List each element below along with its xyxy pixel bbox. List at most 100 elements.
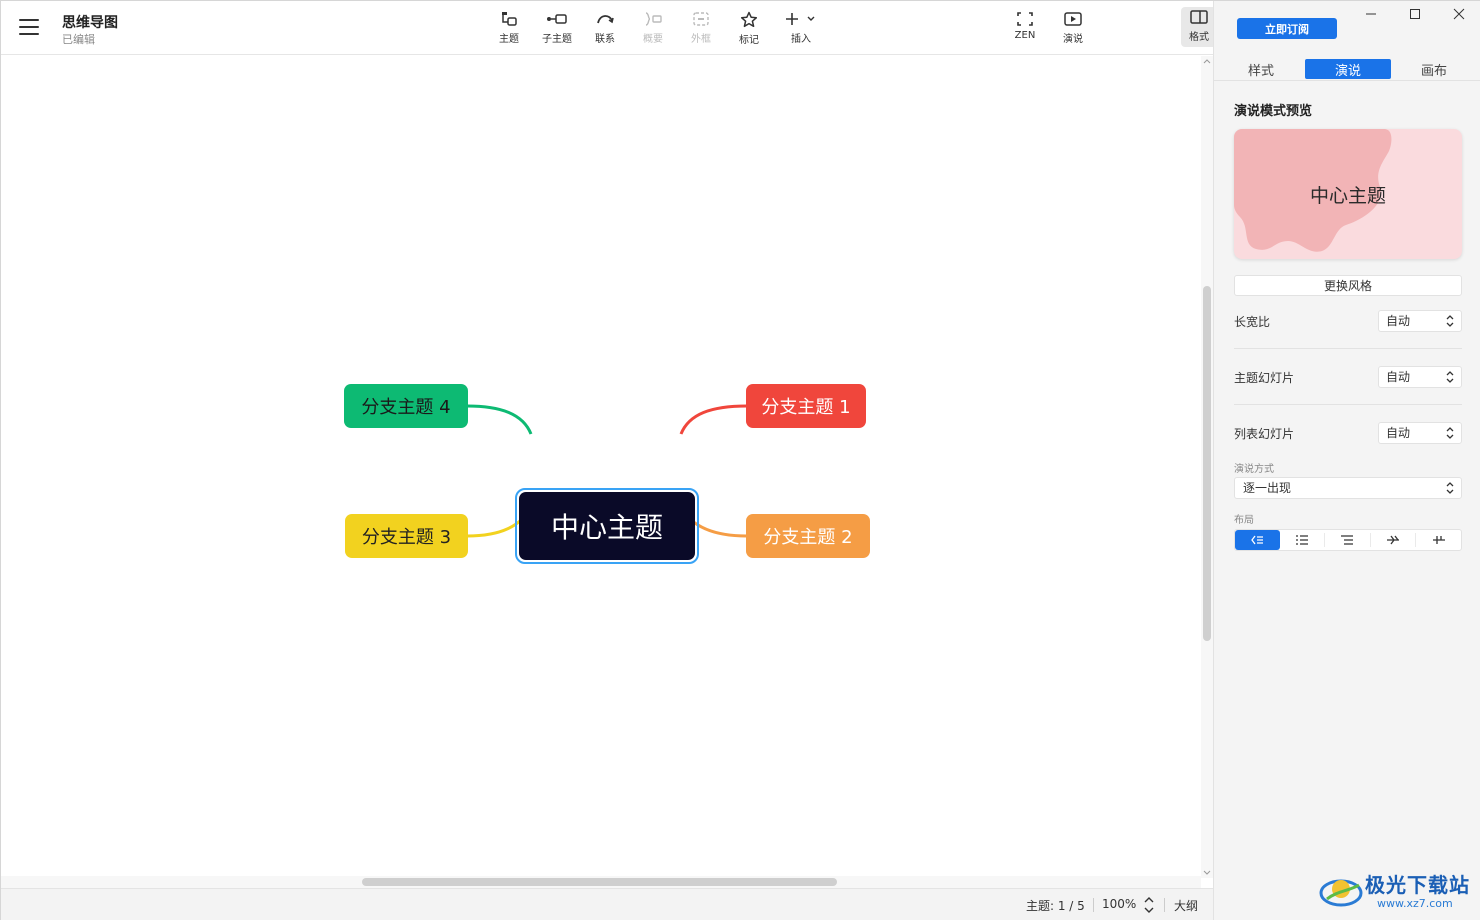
layout-option-3[interactable] [1325,533,1371,547]
branch-topic-4[interactable]: 分支主题 4 [344,384,468,428]
presentation-mode-value: 逐一出现 [1243,481,1292,495]
aspect-ratio-label: 长宽比 [1234,315,1271,329]
list-slide-label: 列表幻灯片 [1234,427,1295,441]
insert-button[interactable]: 插入 [779,9,823,49]
fullscreen-icon [1017,12,1033,26]
zen-label: ZEN [1014,30,1036,41]
topic-button[interactable]: 主题 [487,9,531,49]
boundary-button[interactable]: 外框 [679,9,723,49]
presentation-preview: 中心主题 [1234,129,1462,259]
marker-label: 标记 [739,35,759,46]
zoom-level[interactable]: 100% [1102,897,1136,911]
list-slide-value: 自动 [1386,426,1411,440]
format-label: 格式 [1189,32,1209,43]
relation-label: 联系 [595,34,615,45]
plus-icon [786,13,815,25]
horizontal-scroll-thumb[interactable] [362,878,837,886]
watermark-logo: 极光下载站 www.xz7.com [1319,867,1479,917]
format-button[interactable]: 格式 [1181,7,1217,47]
subscribe-button[interactable]: 立即订阅 [1237,18,1337,39]
change-style-button[interactable]: 更换风格 [1234,275,1462,296]
layout-selector [1234,529,1462,551]
branch-topic-3[interactable]: 分支主题 3 [345,514,468,558]
layout-option-2[interactable] [1280,533,1326,547]
vertical-scrollbar[interactable] [1201,56,1213,878]
tab-canvas[interactable]: 画布 [1391,59,1477,79]
layout-indent-icon [1341,535,1354,545]
vertical-scroll-thumb[interactable] [1203,286,1211,641]
minimize-button[interactable] [1348,1,1394,27]
panel-toggle-icon [1190,10,1208,24]
tab-presentation[interactable]: 演说 [1305,59,1391,79]
list-slide-select[interactable]: 自动 [1378,422,1462,444]
zoom-stepper-icon[interactable] [1143,896,1155,914]
topic-icon [502,12,517,26]
divider [1093,898,1094,912]
mindmap-canvas[interactable]: 中心主题 分支主题 1 分支主题 2 分支主题 3 分支主题 4 [1,56,1201,876]
updown-icon [1446,482,1454,494]
marker-button[interactable]: 标记 [727,9,771,49]
relation-icon [597,15,614,24]
topic-count: 主题: 1 / 5 [1026,899,1085,913]
relation-button[interactable]: 联系 [583,9,627,49]
topic-slide-select[interactable]: 自动 [1378,366,1462,388]
subtopic-button[interactable]: 子主题 [535,9,579,49]
scroll-down-icon [1203,870,1211,875]
subtopic-icon [547,14,567,24]
close-button[interactable] [1436,1,1480,27]
maximize-icon [1410,9,1420,19]
summary-label: 概要 [643,34,663,45]
insert-label: 插入 [791,34,811,45]
minimize-icon [1366,13,1376,15]
close-icon [1453,8,1465,20]
star-icon [740,11,758,28]
app-window: 思维导图 已编辑 主题 子主题 联系 概要 外框 标记 插入 ZEN 演说 格式… [0,0,1480,920]
maximize-button[interactable] [1392,1,1438,27]
scroll-up-icon [1203,59,1211,64]
connector-branch-1 [679,404,748,435]
aspect-ratio-select[interactable]: 自动 [1378,310,1462,332]
layout-option-1[interactable] [1235,530,1280,550]
branch-topic-2[interactable]: 分支主题 2 [746,514,870,558]
preview-heading: 演说模式预览 [1234,104,1313,119]
central-topic[interactable]: 中心主题 [515,488,699,564]
divider [1234,404,1462,405]
zen-button[interactable]: ZEN [1003,9,1047,49]
document-status: 已编辑 [62,33,95,46]
aspect-ratio-value: 自动 [1386,314,1411,328]
summary-icon [645,12,662,26]
connector-lines [466,404,748,538]
format-panel: 立即订阅 样式 演说 画布 演说模式预览 中心主题 更换风格 长宽比 自动 主题… [1213,1,1480,920]
layout-label: 布局 [1234,515,1254,526]
layout-list-icon [1295,535,1308,545]
layout-mindmap-icon [1251,535,1264,545]
topic-slide-label: 主题幻灯片 [1234,371,1295,385]
layout-option-4[interactable] [1371,533,1417,547]
layout-option-5[interactable] [1416,533,1461,547]
updown-icon [1446,427,1454,439]
branch-topic-1[interactable]: 分支主题 1 [746,384,866,428]
divider [1164,898,1165,912]
boundary-label: 外框 [691,34,711,45]
divider [1234,348,1462,349]
play-icon [1064,12,1082,26]
outline-button[interactable]: 大纲 [1174,897,1198,914]
topic-slide-value: 自动 [1386,370,1411,384]
menu-icon[interactable] [19,19,39,35]
preview-central-topic: 中心主题 [1309,185,1386,207]
summary-button[interactable]: 概要 [631,9,675,49]
layout-timeline-icon [1432,536,1445,544]
boundary-icon [693,12,709,26]
topic-label: 主题 [499,34,519,45]
toolbar: 思维导图 已编辑 主题 子主题 联系 概要 外框 标记 插入 ZEN 演说 格式 [1,1,1217,55]
watermark-url: www.xz7.com [1377,897,1453,910]
horizontal-scrollbar[interactable] [1,876,1201,888]
subtopic-label: 子主题 [542,34,572,45]
tab-style[interactable]: 样式 [1218,59,1304,79]
central-topic-label: 中心主题 [519,492,695,560]
present-button[interactable]: 演说 [1051,9,1095,49]
present-label: 演说 [1063,34,1083,45]
presentation-mode-select[interactable]: 逐一出现 [1234,477,1462,499]
panel-tabs: 样式 演说 画布 [1214,57,1480,81]
status-bar: 主题: 1 / 5 100% 大纲 [1,888,1213,920]
